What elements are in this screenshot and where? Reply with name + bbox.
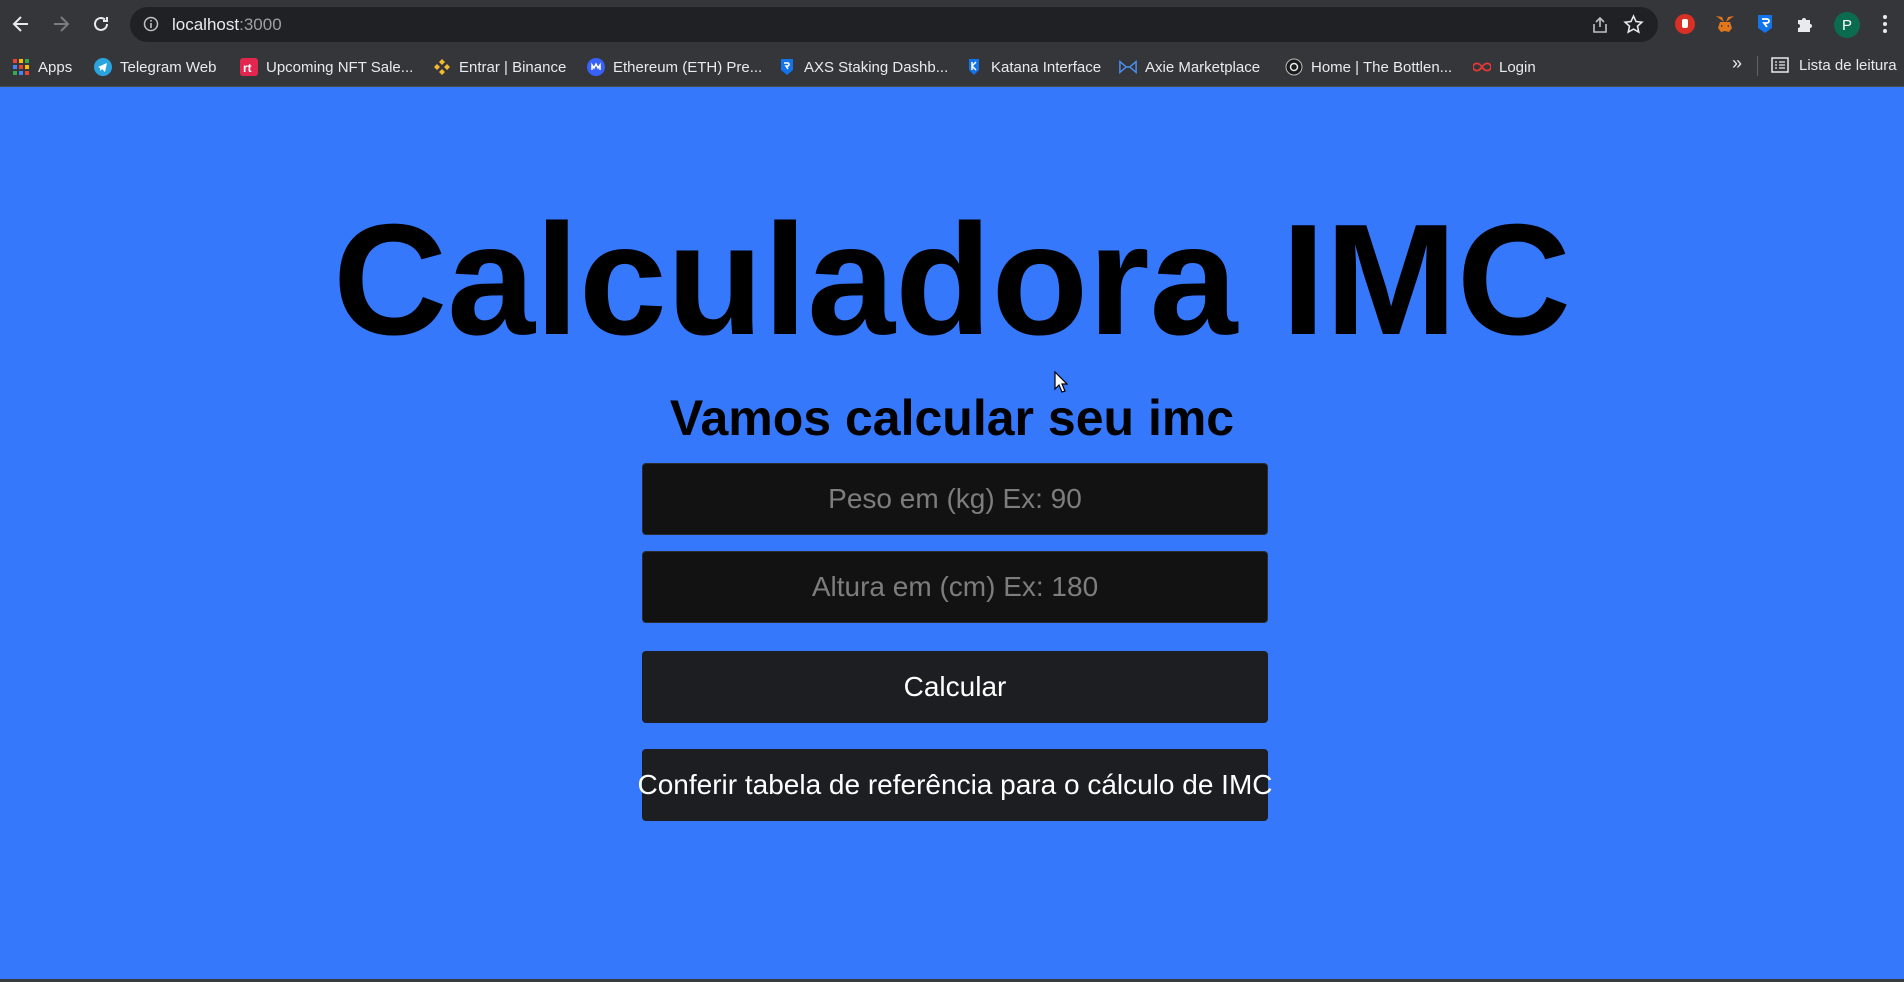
reading-list-button[interactable]: Lista de leitura	[1771, 56, 1897, 74]
bookmark-label: Apps	[38, 58, 73, 76]
profile-initial: P	[1841, 16, 1852, 34]
infinity-icon	[1473, 58, 1491, 76]
bookmark-label: Login	[1499, 58, 1536, 76]
reload-button[interactable]	[89, 12, 113, 36]
address-bar[interactable]: localhost:3000	[130, 7, 1658, 42]
bookmark-label: Upcoming NFT Sale...	[266, 58, 414, 76]
bookmark-binance[interactable]: Entrar | Binance	[433, 56, 566, 78]
bottleneck-icon	[1285, 58, 1303, 76]
calculate-button-label: Calcular	[903, 671, 1007, 702]
reload-icon	[94, 16, 108, 31]
bookmark-label: Telegram Web	[120, 58, 217, 76]
binance-icon	[433, 58, 451, 76]
axie-icon	[1119, 58, 1137, 76]
bookmark-label: Ethereum (ETH) Pre...	[613, 58, 763, 76]
rt-icon: rt	[240, 58, 258, 76]
bookmarks-divider	[1757, 56, 1758, 76]
more-bookmarks-button[interactable]: »	[1732, 53, 1742, 74]
url-port: :3000	[239, 15, 282, 34]
bookmarks-bar: Apps Telegram Web rt Upcoming NFT Sale..…	[0, 48, 1904, 87]
bookmark-label: Katana Interface	[991, 58, 1102, 76]
weight-input[interactable]	[642, 463, 1268, 535]
extension-ronin-icon[interactable]	[1753, 12, 1777, 36]
profile-avatar[interactable]: P	[1834, 12, 1860, 38]
reading-list-label: Lista de leitura	[1799, 56, 1897, 74]
bookmark-upcoming-nft[interactable]: rt Upcoming NFT Sale...	[240, 56, 413, 78]
telegram-icon	[94, 58, 112, 76]
info-icon[interactable]	[143, 16, 159, 37]
url-host: localhost	[172, 15, 240, 34]
browser-toolbar: localhost:3000 P	[0, 0, 1904, 48]
back-button[interactable]	[9, 12, 33, 36]
browser-chrome: localhost:3000 P Apps Telegram Web rt Up…	[0, 0, 1904, 87]
forward-button[interactable]	[49, 12, 73, 36]
bookmark-axie-marketplace[interactable]: Axie Marketplace	[1119, 56, 1260, 78]
page-subtitle: Vamos calcular seu imc	[669, 390, 1235, 446]
share-icon[interactable]	[1590, 15, 1610, 40]
reference-table-button-label: Conferir tabela de referência para o cál…	[637, 769, 1273, 800]
bookmark-katana[interactable]: Katana Interface	[965, 56, 1101, 78]
bookmark-login[interactable]: Login	[1473, 56, 1536, 78]
apps-grid-icon	[12, 58, 30, 76]
katana-icon	[965, 58, 983, 76]
bookmark-label: Home | The Bottlen...	[1311, 58, 1453, 76]
coinmarketcap-icon	[587, 58, 605, 76]
reading-list-icon	[1771, 57, 1789, 73]
page-title: Calculadora IMC	[333, 192, 1571, 368]
svg-text:rt: rt	[243, 61, 252, 75]
bookmark-axs-staking[interactable]: AXS Staking Dashb...	[778, 56, 948, 78]
ronin-icon	[778, 58, 796, 76]
arrow-right-icon	[54, 16, 70, 32]
bookmark-ethereum[interactable]: Ethereum (ETH) Pre...	[587, 56, 762, 78]
url-text[interactable]: localhost:3000	[172, 15, 282, 35]
bookmark-label: Entrar | Binance	[459, 58, 567, 76]
arrow-left-icon	[12, 16, 28, 32]
extensions-puzzle-icon[interactable]	[1793, 12, 1817, 36]
calculate-button[interactable]: Calcular	[642, 651, 1268, 723]
mouse-cursor-icon	[1054, 370, 1069, 398]
bookmark-telegram[interactable]: Telegram Web	[94, 56, 216, 78]
bookmark-bottleneck[interactable]: Home | The Bottlen...	[1285, 56, 1452, 78]
extension-adblock-icon[interactable]	[1673, 12, 1697, 36]
bookmark-label: Axie Marketplace	[1145, 58, 1261, 76]
height-input[interactable]	[642, 551, 1268, 623]
bookmark-apps[interactable]: Apps	[12, 56, 72, 78]
bookmark-star-icon[interactable]	[1623, 14, 1644, 40]
extension-metamask-icon[interactable]	[1713, 12, 1737, 36]
more-menu-icon[interactable]	[1880, 12, 1890, 36]
bookmark-label: AXS Staking Dashb...	[804, 58, 949, 76]
reference-table-button[interactable]: Conferir tabela de referência para o cál…	[638, 749, 1273, 821]
